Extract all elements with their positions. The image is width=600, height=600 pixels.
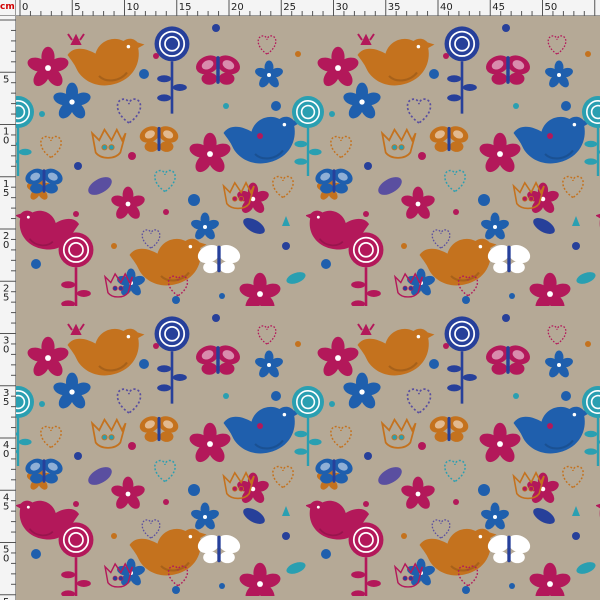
ruler-left-label: 5: [3, 501, 9, 512]
ruler-top-label: 35: [388, 2, 401, 13]
ruler-top-label: 20: [231, 2, 244, 13]
ruler-left-label: 5: [3, 74, 9, 85]
ruler-top-label: 0: [22, 2, 28, 13]
ruler-top-label: 15: [179, 2, 192, 13]
ruler-left-label: 5: [3, 397, 9, 408]
ruler-left-label: 0: [3, 240, 9, 251]
fabric-surface: [0, 0, 600, 600]
ruler-left-label: 5: [3, 292, 9, 303]
ruler-top-label: 25: [283, 2, 296, 13]
ruler-top-ticks: 0 5 10 15 20 25 30 35 40 45 50: [19, 0, 596, 16]
ruler-top-label: 30: [336, 2, 349, 13]
ruler-left-ticks: 510152025303540455055: [0, 19, 16, 600]
ruler-left: 510152025303540455055: [0, 0, 16, 600]
ruler-unit-label: cm: [0, 2, 15, 12]
ruler-top: 0 5 10 15 20 25 30 35 40 45 50: [0, 0, 600, 16]
ruler-left-label: 0: [3, 136, 9, 147]
ruler-top-label: 10: [127, 2, 140, 13]
ruler-left-label: 0: [3, 345, 9, 356]
ruler-left-label: 0: [3, 449, 9, 460]
ruler-top-label: 40: [440, 2, 453, 13]
fabric-preview: 0 5 10 15 20 25 30 35 40 45 50 5101520253035404550…: [0, 0, 600, 600]
ruler-top-label: 45: [492, 2, 505, 13]
ruler-top-label: 5: [74, 2, 80, 13]
ruler-top-label: 50: [545, 2, 558, 13]
ruler-left-label: 5: [3, 188, 9, 199]
ruler-left-label: 0: [3, 554, 9, 565]
ruler-corner: cm: [0, 0, 16, 16]
fabric-pattern: [0, 0, 600, 600]
